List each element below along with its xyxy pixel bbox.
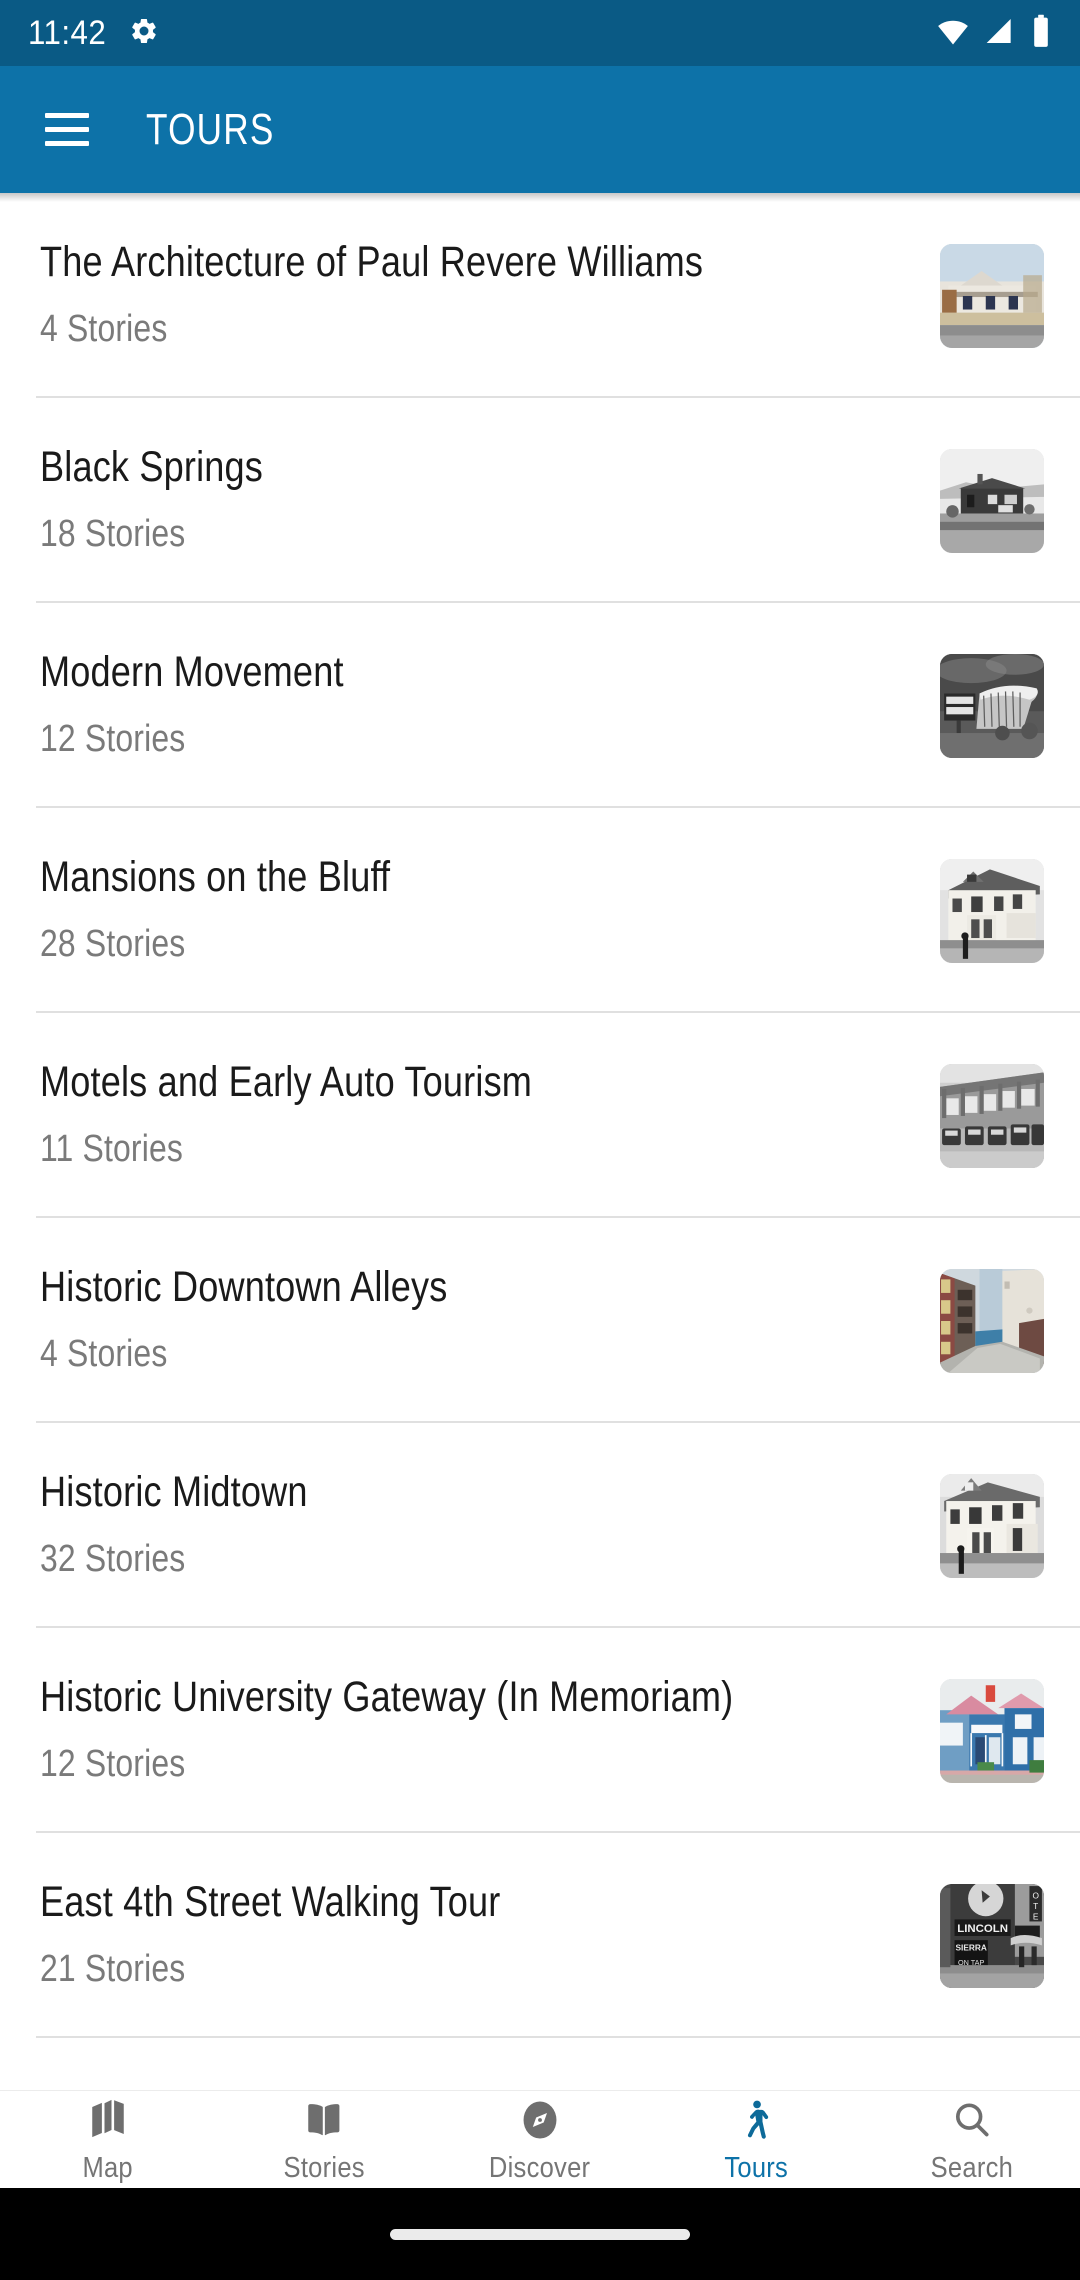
list-item-texts: Historic Midtown 32 Stories <box>40 1470 940 1580</box>
tour-story-count: 32 Stories <box>40 1537 186 1580</box>
status-bar-right <box>936 14 1052 53</box>
page-title: TOURS <box>146 104 275 154</box>
list-item[interactable]: Historic Downtown Alleys 4 Stories <box>0 1218 1080 1423</box>
tour-thumbnail[interactable] <box>940 653 1044 758</box>
list-item-texts: Mansions on the Bluff 28 Stories <box>40 855 940 965</box>
list-item[interactable]: Black Springs 18 Stories <box>0 398 1080 603</box>
tour-story-count: 4 Stories <box>40 1332 168 1375</box>
svg-text:T: T <box>1033 1900 1038 1910</box>
system-gesture-bar <box>0 2188 1080 2280</box>
hamburger-menu-icon[interactable] <box>36 99 98 161</box>
app-bar: TOURS <box>0 66 1080 193</box>
svg-text:LINCOLN: LINCOLN <box>957 1922 1008 1934</box>
list-item-texts: Historic Downtown Alleys 4 Stories <box>40 1265 940 1375</box>
svg-text:SIERRA: SIERRA <box>955 1942 986 1952</box>
tour-title: East 4th Street Walking Tour <box>40 1878 501 1927</box>
tour-thumbnail[interactable] <box>940 858 1044 963</box>
nav-item-discover[interactable]: Discover <box>432 2091 648 2185</box>
tour-title: Modern Movement <box>40 648 344 697</box>
gear-icon <box>129 16 159 51</box>
nav-item-map[interactable]: Map <box>0 2091 216 2185</box>
book-icon <box>301 2097 347 2143</box>
status-bar: 11:42 <box>0 0 1080 66</box>
tour-story-count: 21 Stories <box>40 1947 186 1990</box>
list-item-texts: East 4th Street Walking Tour 21 Stories <box>40 1880 940 1990</box>
list-item[interactable]: The Architecture of Paul Revere Williams… <box>0 193 1080 398</box>
tour-title: Historic University Gateway (In Memoriam… <box>40 1673 734 1722</box>
battery-icon <box>1030 14 1052 53</box>
tour-story-count: 4 Stories <box>40 307 168 350</box>
svg-text:O: O <box>1032 1890 1039 1900</box>
tour-thumbnail[interactable] <box>940 1473 1044 1578</box>
bottom-navigation-bar: Map Stories Discover Tours Search <box>0 2090 1080 2188</box>
tour-thumbnail[interactable]: LINCOLN SIERRA ON TAP O T E <box>940 1883 1044 1988</box>
list-item-texts: Black Springs 18 Stories <box>40 445 940 555</box>
status-bar-left: 11:42 <box>28 14 936 53</box>
walking-person-icon <box>733 2097 779 2143</box>
nav-label-stories: Stories <box>283 2152 365 2184</box>
tour-title: Black Springs <box>40 443 264 492</box>
list-item-texts: Historic University Gateway (In Memoriam… <box>40 1675 940 1785</box>
status-bar-clock: 11:42 <box>28 13 107 52</box>
list-item-texts: The Architecture of Paul Revere Williams… <box>40 240 940 350</box>
tour-story-count: 12 Stories <box>40 1742 186 1785</box>
wifi-icon <box>936 14 970 53</box>
tour-title: Motels and Early Auto Tourism <box>40 1058 533 1107</box>
cell-signal-icon <box>984 15 1016 52</box>
map-icon <box>85 2097 131 2143</box>
tour-title: Mansions on the Bluff <box>40 853 391 902</box>
nav-label-map: Map <box>82 2152 134 2184</box>
nav-item-tours[interactable]: Tours <box>648 2091 864 2185</box>
list-item[interactable]: Historic University Gateway (In Memoriam… <box>0 1628 1080 1833</box>
tours-list[interactable]: The Architecture of Paul Revere Williams… <box>0 193 1080 2090</box>
nav-label-discover: Discover <box>489 2152 591 2184</box>
gesture-pill[interactable] <box>390 2228 690 2240</box>
app-screen: 11:42 TOURS The Architecture of Paul Rev… <box>0 0 1080 2280</box>
tour-story-count: 11 Stories <box>40 1127 184 1170</box>
compass-icon <box>517 2097 563 2143</box>
tour-thumbnail[interactable] <box>940 1268 1044 1373</box>
list-item[interactable]: Mansions on the Bluff 28 Stories <box>0 808 1080 1013</box>
tour-thumbnail[interactable] <box>940 243 1044 348</box>
list-item[interactable]: East 4th Street Walking Tour 21 Stories … <box>0 1833 1080 2038</box>
tour-thumbnail[interactable] <box>940 1678 1044 1783</box>
search-icon <box>949 2097 995 2143</box>
list-item[interactable]: Historic Midtown 32 Stories <box>0 1423 1080 1628</box>
tour-story-count: 12 Stories <box>40 717 186 760</box>
nav-label-search: Search <box>930 2152 1014 2184</box>
list-item-texts: Modern Movement 12 Stories <box>40 650 940 760</box>
svg-text:E: E <box>1033 1911 1039 1921</box>
list-divider <box>36 2036 1080 2038</box>
list-item[interactable]: Modern Movement 12 Stories <box>0 603 1080 808</box>
list-item-texts: Motels and Early Auto Tourism 11 Stories <box>40 1060 940 1170</box>
nav-item-search[interactable]: Search <box>864 2091 1080 2185</box>
nav-label-tours: Tours <box>724 2152 788 2184</box>
nav-item-stories[interactable]: Stories <box>216 2091 432 2185</box>
tour-thumbnail[interactable] <box>940 1063 1044 1168</box>
list-item[interactable]: Motels and Early Auto Tourism 11 Stories <box>0 1013 1080 1218</box>
tour-thumbnail[interactable] <box>940 448 1044 553</box>
tour-title: Historic Downtown Alleys <box>40 1263 448 1312</box>
tour-title: Historic Midtown <box>40 1468 308 1517</box>
tour-story-count: 28 Stories <box>40 922 186 965</box>
tour-story-count: 18 Stories <box>40 512 186 555</box>
tour-title: The Architecture of Paul Revere Williams <box>40 238 704 287</box>
